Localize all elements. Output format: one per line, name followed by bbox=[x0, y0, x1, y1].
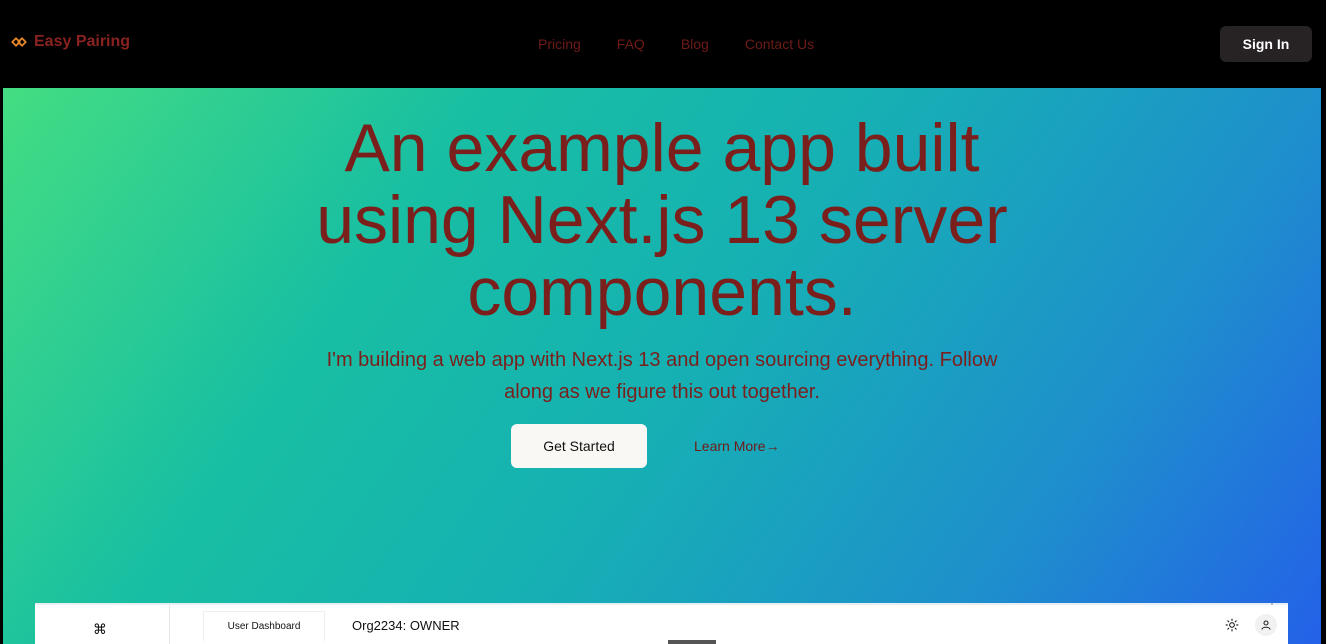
nav-link-faq[interactable]: FAQ bbox=[617, 36, 645, 52]
hero-title: An example app built using Next.js 13 se… bbox=[3, 112, 1321, 328]
brand-link[interactable]: Easy Pairing bbox=[10, 33, 130, 51]
nav-link-contact[interactable]: Contact Us bbox=[745, 36, 814, 52]
hero-section: An example app built using Next.js 13 se… bbox=[3, 88, 1321, 644]
user-icon bbox=[1261, 620, 1271, 630]
horizontal-scrollbar-thumb[interactable] bbox=[668, 640, 716, 644]
user-menu-button[interactable] bbox=[1255, 614, 1277, 636]
brand-name: Easy Pairing bbox=[34, 33, 131, 50]
learn-more-link[interactable]: Learn More→ bbox=[694, 438, 780, 454]
org-label: Org2234: OWNER bbox=[352, 618, 460, 633]
hero-title-line: components. bbox=[467, 254, 857, 330]
link-chain-icon bbox=[11, 37, 27, 47]
tab-user-dashboard[interactable]: User Dashboard bbox=[203, 611, 325, 641]
hero-title-line: An example app built bbox=[344, 110, 980, 186]
top-navbar: Easy Pairing Pricing FAQ Blog Contact Us… bbox=[0, 0, 1326, 88]
dashboard-preview: ⌘ User Dashboard Org2234: OWNER bbox=[35, 603, 1288, 644]
nav-link-blog[interactable]: Blog bbox=[681, 36, 709, 52]
nav-link-pricing[interactable]: Pricing bbox=[538, 36, 581, 52]
get-started-button[interactable]: Get Started bbox=[511, 424, 647, 468]
primary-nav: Pricing FAQ Blog Contact Us bbox=[538, 36, 814, 52]
sun-icon[interactable] bbox=[1225, 618, 1239, 632]
hero-subtitle: I'm building a web app with Next.js 13 a… bbox=[326, 349, 998, 403]
scroll-indicator bbox=[1271, 603, 1273, 605]
command-icon[interactable]: ⌘ bbox=[93, 621, 107, 638]
sign-in-button[interactable]: Sign In bbox=[1220, 26, 1312, 62]
hero-title-line: using Next.js 13 server bbox=[316, 182, 1008, 258]
preview-divider bbox=[169, 605, 170, 644]
